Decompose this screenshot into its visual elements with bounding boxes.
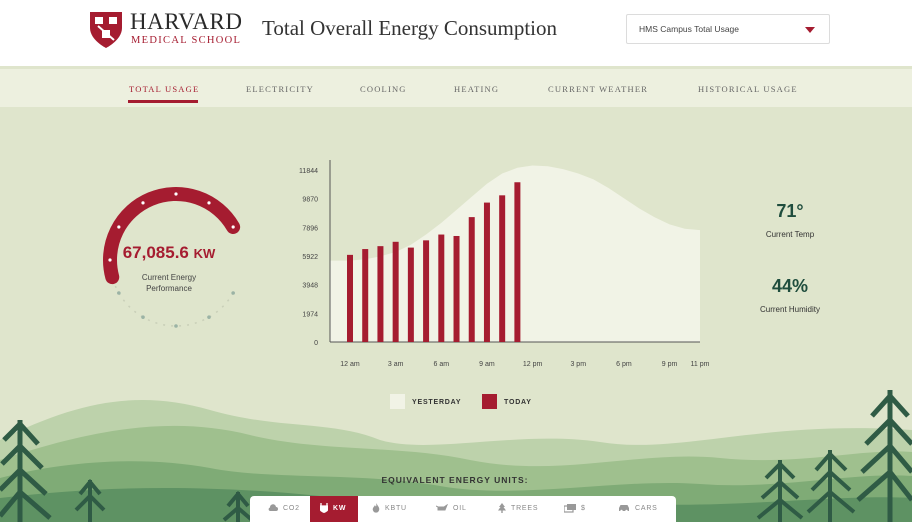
- active-tab-indicator: [128, 100, 198, 103]
- gauge-tick-dot: [207, 201, 211, 205]
- today-bar: [347, 254, 353, 342]
- cloud-icon: [268, 504, 278, 512]
- gauge-caption-line2: Performance: [146, 284, 192, 293]
- unit-dollars[interactable]: $: [556, 496, 602, 522]
- y-tick-label: 0: [314, 340, 318, 347]
- unit-cars-label: CARS: [635, 505, 658, 512]
- current-temp-label: Current Temp: [765, 230, 815, 239]
- gauge-tick-dot: [117, 225, 121, 229]
- tree-icon: [498, 503, 506, 514]
- header: HARVARD MEDICAL SCHOOL Total Overall Ene…: [0, 0, 912, 66]
- unit-co2-label: CO2: [283, 505, 300, 512]
- gauge-caption-line1: Current Energy: [141, 273, 197, 282]
- gauge-number: 67,085.6: [122, 243, 189, 262]
- gauge-caption: Current Energy Performance: [124, 272, 214, 294]
- y-tick-label: 5922: [302, 254, 318, 261]
- today-bar: [377, 246, 384, 342]
- gauge-tick-dot: [207, 315, 211, 319]
- current-temp-value: 71°: [776, 201, 804, 221]
- gauge-tick-dot: [231, 291, 235, 295]
- today-bar: [362, 249, 369, 342]
- flame-icon: [372, 503, 380, 513]
- today-bar: [499, 195, 506, 342]
- tab-heating[interactable]: HEATING: [454, 83, 499, 95]
- unit-kbtu-label: KBTU: [385, 505, 407, 512]
- current-humidity-label: Current Humidity: [759, 305, 820, 314]
- tab-historical-usage[interactable]: HISTORICAL USAGE: [698, 83, 798, 95]
- y-tick-label: 7896: [302, 225, 318, 232]
- chevron-down-icon: [805, 27, 815, 33]
- today-bar: [453, 235, 460, 342]
- unit-oil[interactable]: OIL: [428, 496, 484, 522]
- gauge-tick-dot: [231, 225, 235, 229]
- campus-selector-value: HMS Campus Total Usage: [639, 24, 739, 34]
- money-icon: [563, 503, 576, 513]
- unit-trees[interactable]: TREES: [490, 496, 550, 522]
- today-bar: [423, 240, 430, 342]
- tab-electricity[interactable]: ELECTRICITY: [246, 83, 314, 95]
- y-tick-label: 3948: [302, 283, 318, 290]
- y-tick-label: 9870: [302, 197, 318, 204]
- tab-total-usage[interactable]: TOTAL USAGE: [129, 83, 199, 95]
- unit-co2[interactable]: CO2: [260, 496, 310, 522]
- gauge-value: 67,085.6 KW: [104, 243, 234, 264]
- units-selector: CO2 KW KBTU OIL TREES $ CARS: [250, 496, 676, 522]
- gauge-tick-dot: [141, 201, 145, 205]
- unit-trees-label: TREES: [511, 505, 539, 512]
- gauge-tick-dot: [141, 315, 145, 319]
- unit-kw[interactable]: KW: [310, 496, 358, 522]
- energy-chart: 0197439485922789698701184412 am 3 am 6 am 9…: [299, 160, 710, 368]
- today-bar: [392, 241, 399, 342]
- unit-oil-label: OIL: [453, 505, 467, 512]
- tab-cooling[interactable]: COOLING: [360, 83, 407, 95]
- unit-kw-label: KW: [333, 505, 347, 512]
- today-bar: [407, 247, 414, 342]
- units-title: EQUIVALENT ENERGY UNITS:: [381, 475, 529, 485]
- logo-subtitle: MEDICAL SCHOOL: [131, 35, 242, 46]
- today-bar: [514, 182, 521, 342]
- gauge-unit: KW: [193, 246, 216, 261]
- today-bar: [483, 202, 490, 342]
- y-tick-label: 11844: [299, 168, 318, 175]
- gauge-fill: [103, 187, 241, 285]
- harvard-shield-logo: [90, 12, 122, 48]
- today-bar: [438, 234, 445, 342]
- campus-selector[interactable]: HMS Campus Total Usage: [626, 14, 830, 44]
- car-icon: [619, 505, 629, 513]
- unit-dollars-label: $: [581, 505, 586, 512]
- tab-current-weather[interactable]: CURRENT WEATHER: [548, 83, 648, 95]
- gauge-tick-dot: [117, 291, 121, 295]
- unit-kbtu[interactable]: KBTU: [364, 496, 424, 522]
- oil-can-icon: [435, 503, 449, 511]
- y-tick-label: 1974: [302, 311, 318, 318]
- today-bar: [468, 217, 475, 342]
- plug-icon: [319, 503, 329, 514]
- current-humidity-value: 44%: [771, 276, 809, 296]
- gauge-tick-dot: [174, 324, 178, 328]
- page-title: Total Overall Energy Consumption: [262, 16, 558, 40]
- gauge-tick-dot: [174, 192, 178, 196]
- unit-cars[interactable]: CARS: [610, 496, 668, 522]
- logo-wordmark: HARVARD: [130, 9, 243, 34]
